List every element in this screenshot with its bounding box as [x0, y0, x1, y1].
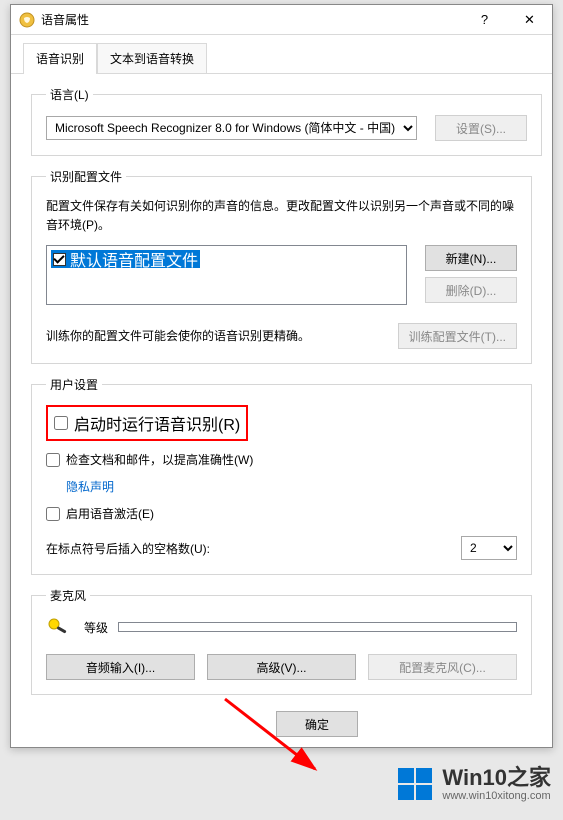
profile-checkbox[interactable] [53, 253, 66, 266]
spaces-label: 在标点符号后插入的空格数(U): [46, 540, 210, 557]
windows-logo-icon [396, 764, 436, 804]
run-at-start-checkbox[interactable] [54, 416, 68, 430]
window-title: 语音属性 [41, 11, 462, 28]
close-button[interactable]: ✕ [507, 5, 552, 34]
mic-legend: 麦克风 [46, 587, 90, 604]
new-profile-button[interactable]: 新建(N)... [425, 245, 517, 271]
privacy-link[interactable]: 隐私声明 [66, 478, 114, 495]
dialog-buttons: 确定 取消 应用(A) [276, 711, 538, 737]
profile-item-default[interactable]: 默认语音配置文件 [51, 250, 200, 268]
tab-content: 语言(L) Microsoft Speech Recognizer 8.0 fo… [11, 74, 552, 715]
speech-icon [19, 12, 35, 28]
highlighted-option: 启动时运行语音识别(R) [46, 405, 248, 441]
ok-button[interactable]: 确定 [276, 711, 358, 737]
microphone-icon [46, 616, 74, 638]
profile-item-label: 默认语音配置文件 [70, 247, 198, 271]
level-label: 等级 [84, 619, 108, 636]
level-meter [118, 622, 517, 632]
titlebar: 语音属性 ? ✕ [11, 5, 552, 35]
voice-activation-label: 启用语音激活(E) [66, 505, 154, 522]
run-at-start-label: 启动时运行语音识别(R) [74, 411, 240, 435]
language-legend: 语言(L) [46, 86, 93, 103]
advanced-button[interactable]: 高级(V)... [207, 654, 356, 680]
profiles-description: 配置文件保存有关如何识别你的声音的信息。更改配置文件以识别另一个声音或不同的噪音… [46, 197, 517, 235]
language-group: 语言(L) Microsoft Speech Recognizer 8.0 fo… [31, 86, 542, 156]
delete-profile-button: 删除(D)... [425, 277, 517, 303]
voice-activation-checkbox[interactable] [46, 507, 60, 521]
profile-list[interactable]: 默认语音配置文件 [46, 245, 407, 305]
profiles-legend: 识别配置文件 [46, 168, 126, 185]
config-mic-button: 配置麦克风(C)... [368, 654, 517, 680]
settings-button: 设置(S)... [435, 115, 527, 141]
watermark-url: www.win10xitong.com [442, 790, 551, 802]
help-button[interactable]: ? [462, 5, 507, 34]
tab-text-to-speech[interactable]: 文本到语音转换 [97, 43, 207, 73]
tab-speech-recognition[interactable]: 语音识别 [23, 43, 97, 74]
tab-bar: 语音识别 文本到语音转换 [11, 35, 552, 74]
speech-properties-dialog: 语音属性 ? ✕ 语音识别 文本到语音转换 语言(L) Microsoft Sp… [10, 4, 553, 748]
train-description: 训练你的配置文件可能会使你的语音识别更精确。 [46, 327, 380, 346]
language-select[interactable]: Microsoft Speech Recognizer 8.0 for Wind… [46, 116, 417, 140]
watermark-title: Win10之家 [442, 766, 551, 790]
watermark: Win10之家 www.win10xitong.com [396, 764, 551, 804]
train-profile-button: 训练配置文件(T)... [398, 323, 517, 349]
user-settings-group: 用户设置 启动时运行语音识别(R) 检查文档和邮件，以提高准确性(W) 隐私声明… [31, 376, 532, 575]
profiles-group: 识别配置文件 配置文件保存有关如何识别你的声音的信息。更改配置文件以识别另一个声… [31, 168, 532, 364]
audio-input-button[interactable]: 音频输入(I)... [46, 654, 195, 680]
check-docs-label: 检查文档和邮件，以提高准确性(W) [66, 451, 253, 468]
spaces-select[interactable]: 2 [461, 536, 517, 560]
microphone-group: 麦克风 等级 音频输入(I)... 高级(V)... 配置麦克风(C)... [31, 587, 532, 695]
user-legend: 用户设置 [46, 376, 102, 393]
check-docs-checkbox[interactable] [46, 453, 60, 467]
